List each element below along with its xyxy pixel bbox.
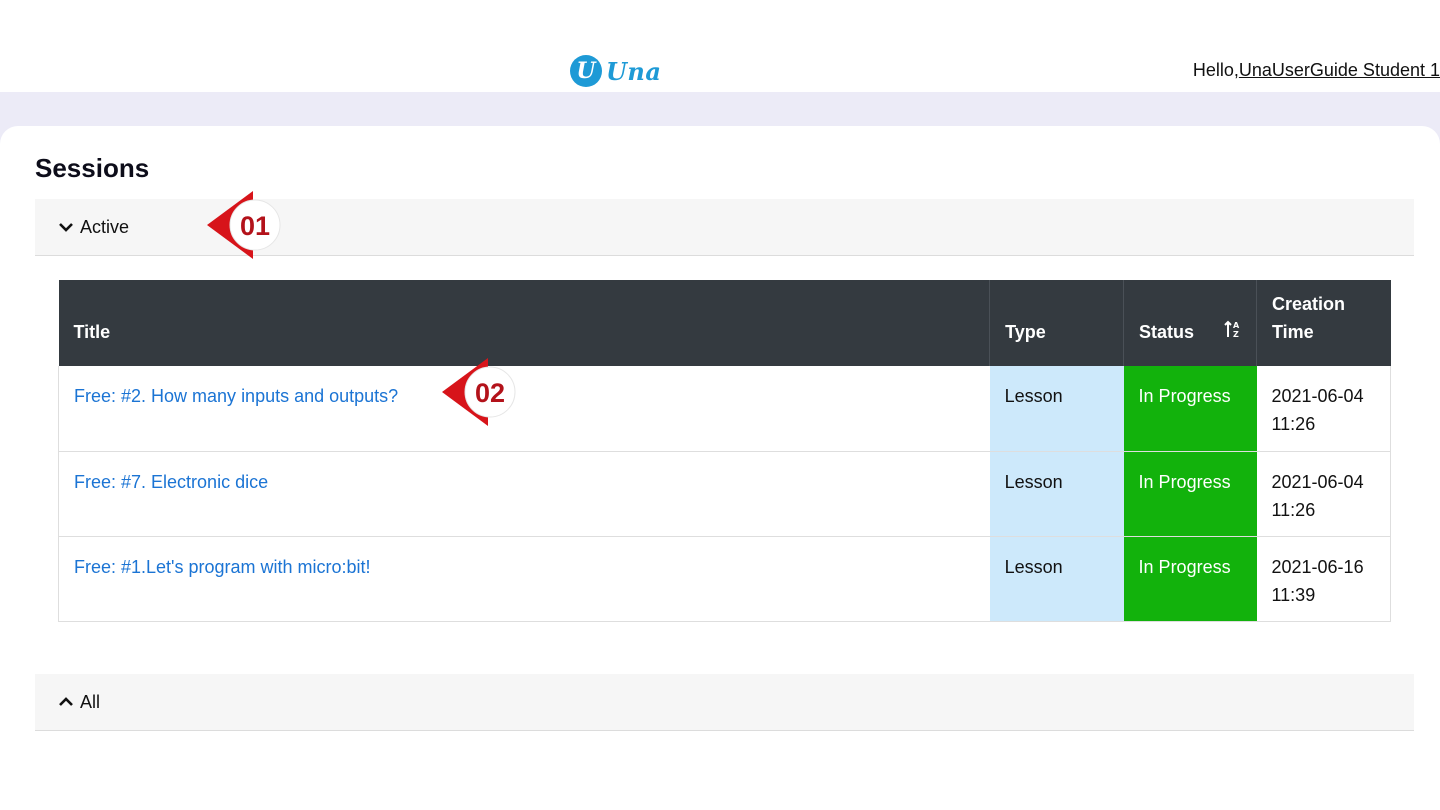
chevron-up-icon: [59, 697, 73, 706]
table-row: Free: #7. Electronic dice Lesson In Prog…: [57, 451, 1391, 537]
callout-number-02: 02: [475, 378, 505, 408]
cell-status: In Progress: [1123, 366, 1257, 452]
cell-title: Free: #1.Let's program with micro:bit!: [57, 536, 990, 622]
column-header-status[interactable]: Status A Z: [1123, 280, 1257, 366]
column-header-creation-time[interactable]: Creation Time: [1256, 280, 1391, 366]
callout-marker-02: 02: [442, 358, 516, 426]
user-name-link[interactable]: UnaUserGuide Student 1: [1239, 60, 1440, 80]
cell-type: Lesson: [989, 451, 1124, 537]
cell-type: Lesson: [989, 366, 1124, 452]
table-header-row: Title Type Status A Z Creation Time: [58, 280, 1391, 366]
user-greeting: Hello,UnaUserGuide Student 1: [1193, 60, 1440, 81]
page-title: Sessions: [35, 153, 150, 183]
session-title-link[interactable]: Free: #1.Let's program with micro:bit!: [74, 557, 371, 577]
cell-creation-time: 2021-06-16 11:39: [1256, 536, 1391, 622]
cell-title: Free: #7. Electronic dice: [57, 451, 990, 537]
callout-number-01: 01: [240, 211, 270, 241]
svg-text:Z: Z: [1233, 330, 1239, 339]
top-header: U Una Hello,UnaUserGuide Student 1: [0, 0, 1440, 92]
cell-creation-time: 2021-06-04 11:26: [1256, 451, 1391, 537]
chevron-down-icon: [59, 223, 73, 232]
accordion-active-label: Active: [80, 216, 130, 237]
cell-type: Lesson: [989, 536, 1124, 622]
sort-alpha-icon[interactable]: AZ: [1224, 320, 1242, 340]
accordion-all-label: All: [80, 691, 101, 712]
logo-text: Una: [606, 56, 662, 86]
column-header-type[interactable]: Type: [989, 280, 1125, 366]
session-title-link[interactable]: Free: #7. Electronic dice: [74, 472, 268, 492]
table-row: Free: #1.Let's program with micro:bit! L…: [57, 536, 1391, 622]
una-logo[interactable]: U Una: [570, 54, 661, 88]
accordion-all-header[interactable]: All: [35, 674, 1414, 731]
callout-marker-01: 01: [207, 191, 281, 259]
cell-title: Free: #2. How many inputs and outputs?: [57, 366, 990, 452]
column-header-title[interactable]: Title: [58, 280, 991, 366]
sessions-table: Title Type Status A Z Creation Time Free: #…: [57, 280, 1391, 622]
greeting-prefix: Hello,: [1192, 60, 1239, 80]
session-title-link[interactable]: Free: #2. How many inputs and outputs?: [74, 386, 398, 406]
table-row: Free: #2. How many inputs and outputs? L…: [57, 366, 1391, 452]
cell-status: In Progress: [1123, 536, 1257, 622]
svg-text:A: A: [1233, 321, 1240, 330]
cell-creation-time: 2021-06-04 11:26: [1256, 366, 1391, 452]
cell-status: In Progress: [1123, 451, 1257, 537]
logo-mark: U: [570, 55, 602, 87]
